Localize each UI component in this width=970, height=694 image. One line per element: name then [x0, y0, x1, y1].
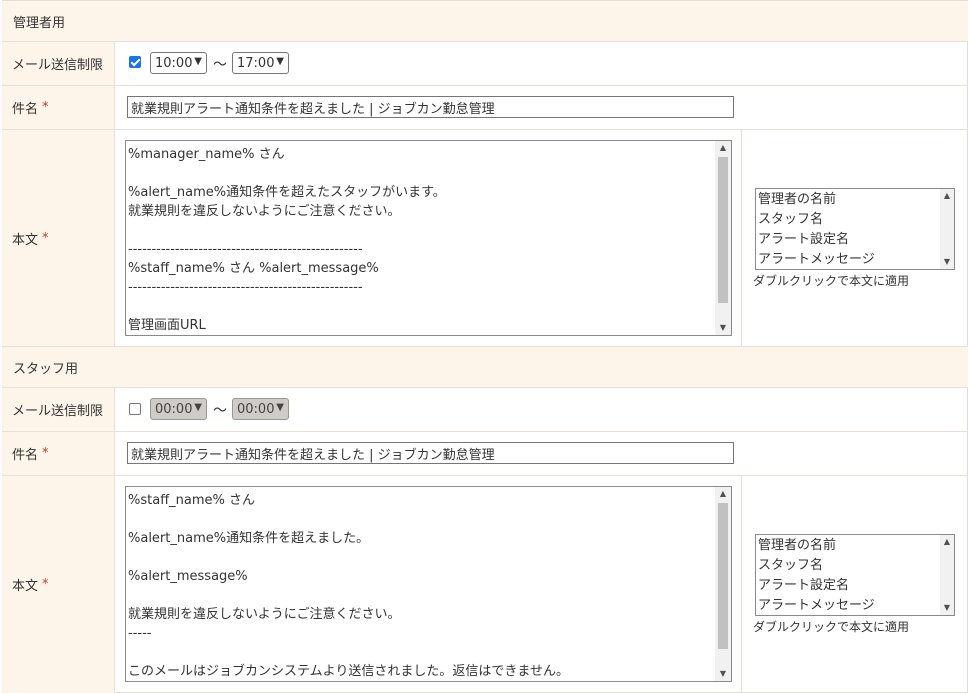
manager-limit-label-text: メール送信制限	[12, 58, 104, 73]
required-mark: *	[42, 100, 49, 115]
staff-subject-label-text: 件名	[12, 448, 39, 463]
manager-limit-checkbox[interactable]	[129, 56, 141, 68]
manager-time-to-value: 17:00	[237, 55, 275, 71]
staff-variables-list[interactable]: 管理者の名前 スタッフ名 アラート設定名 アラートメッセージ ▲ ▼	[755, 534, 955, 616]
manager-limit-label: メール送信制限	[2, 42, 115, 85]
manager-subject-label: 件名 *	[2, 86, 115, 129]
staff-time-from-select[interactable]: 00:00 ▼	[150, 398, 207, 420]
scroll-down-icon[interactable]: ▼	[715, 321, 731, 335]
staff-time-to-select[interactable]: 00:00 ▼	[232, 398, 289, 420]
scroll-down-icon[interactable]: ▼	[940, 601, 954, 615]
manager-variables-hint: ダブルクリックで本文に適用	[753, 274, 910, 288]
body-text-line: %staff_name% さん %alert_message%	[128, 261, 379, 276]
body-text-line: %staff_name% さん	[128, 493, 255, 508]
staff-subject-input[interactable]: 就業規則アラート通知条件を超えました | ジョブカン勤怠管理	[127, 442, 734, 464]
variable-option[interactable]: アラートメッセージ	[758, 596, 938, 615]
chevron-down-icon: ▼	[194, 402, 202, 413]
manager-variables-scrollbar[interactable]: ▲ ▼	[940, 189, 954, 269]
staff-section-header: スタッフ用	[2, 347, 968, 388]
body-text-line	[128, 548, 713, 567]
manager-variables-list[interactable]: 管理者の名前 スタッフ名 アラート設定名 アラートメッセージ ▲ ▼	[755, 188, 955, 270]
body-text-line	[128, 164, 713, 183]
manager-time-from-value: 10:00	[155, 55, 193, 71]
manager-variables-panel: 管理者の名前 スタッフ名 アラート設定名 アラートメッセージ ▲ ▼ ダブルクリックで…	[741, 130, 968, 346]
manager-body-text: %manager_name% さん %alert_name%通知条件を超えたスタッ…	[128, 145, 713, 335]
scroll-up-icon[interactable]: ▲	[715, 141, 731, 155]
body-text-line: ----------------------------------------…	[128, 242, 363, 257]
staff-body-scrollbar[interactable]: ▲ ▼	[715, 487, 731, 681]
time-range-separator: 〜	[213, 403, 227, 419]
manager-body-textarea[interactable]: %manager_name% さん %alert_name%通知条件を超えたスタッ…	[125, 140, 732, 336]
staff-variables-options: 管理者の名前 スタッフ名 アラート設定名 アラートメッセージ	[758, 536, 938, 615]
staff-variables-hint: ダブルクリックで本文に適用	[753, 620, 910, 634]
manager-variables-options: 管理者の名前 スタッフ名 アラート設定名 アラートメッセージ	[758, 190, 938, 269]
chevron-down-icon: ▼	[276, 56, 284, 67]
body-text-line: %alert_message%	[128, 569, 248, 584]
manager-body-label: 本文 *	[2, 130, 115, 346]
manager-subject-row: 件名 * 就業規則アラート通知条件を超えました | ジョブカン勤怠管理	[2, 86, 968, 130]
scroll-up-icon[interactable]: ▲	[940, 535, 954, 549]
staff-variables-scrollbar[interactable]: ▲ ▼	[940, 535, 954, 615]
staff-body-row: 本文 * %staff_name% さん %alert_name%通知条件を超えまし…	[2, 476, 968, 693]
manager-body-row: 本文 * %manager_name% さん %alert_name%通知条件を超え…	[2, 130, 968, 347]
staff-time-to-value: 00:00	[237, 401, 275, 417]
body-text-line: ----------------------------------------…	[128, 280, 363, 295]
body-text-line: %manager_name% さん	[128, 147, 285, 162]
scroll-up-icon[interactable]: ▲	[940, 189, 954, 203]
manager-limit-row: メール送信制限 10:00 ▼ 〜 17:00 ▼	[2, 42, 968, 86]
body-text-line: %alert_name%通知条件を超えたスタッフがいます。	[128, 185, 446, 200]
time-range-separator: 〜	[213, 57, 227, 73]
variable-option[interactable]: スタッフ名	[758, 556, 938, 576]
chevron-down-icon: ▼	[276, 402, 284, 413]
staff-body-textarea[interactable]: %staff_name% さん %alert_name%通知条件を超えました。 %a…	[125, 486, 732, 682]
required-mark: *	[42, 577, 49, 592]
staff-limit-label: メール送信制限	[2, 388, 115, 431]
body-text-line: 就業規則を違反しないようにご注意ください。	[128, 607, 401, 622]
variable-option[interactable]: 管理者の名前	[758, 190, 938, 210]
manager-section-header: 管理者用	[2, 1, 968, 42]
staff-section-title: スタッフ用	[13, 361, 79, 377]
manager-time-from-select[interactable]: 10:00 ▼	[150, 52, 207, 74]
staff-body-text: %staff_name% さん %alert_name%通知条件を超えました。 %a…	[128, 491, 713, 681]
body-text-line	[128, 221, 713, 240]
staff-limit-label-text: メール送信制限	[12, 404, 104, 419]
body-text-line: 管理画面URL	[128, 318, 206, 333]
required-mark: *	[42, 446, 49, 461]
required-mark: *	[42, 230, 49, 246]
staff-subject-label: 件名 *	[2, 432, 115, 475]
scrollbar-thumb[interactable]	[718, 503, 728, 649]
body-text-line: %alert_name%通知条件を超えました。	[128, 531, 370, 546]
manager-body-label-text: 本文	[12, 232, 39, 248]
chevron-down-icon: ▼	[194, 56, 202, 67]
body-text-line	[128, 297, 713, 316]
variable-option[interactable]: アラート設定名	[758, 576, 938, 596]
staff-body-label-text: 本文	[12, 579, 39, 594]
body-text-line	[128, 643, 713, 662]
body-text-line: -----	[128, 626, 152, 641]
staff-limit-checkbox[interactable]	[129, 403, 141, 415]
scrollbar-thumb[interactable]	[718, 157, 728, 303]
staff-subject-row: 件名 * 就業規則アラート通知条件を超えました | ジョブカン勤怠管理	[2, 432, 968, 476]
manager-subject-label-text: 件名	[12, 102, 39, 117]
variable-option[interactable]: スタッフ名	[758, 210, 938, 230]
variable-option[interactable]: 管理者の名前	[758, 536, 938, 556]
scroll-down-icon[interactable]: ▼	[715, 667, 731, 681]
body-text-line	[128, 510, 713, 529]
staff-body-label: 本文 *	[2, 476, 115, 693]
variable-option[interactable]: アラート設定名	[758, 230, 938, 250]
body-text-line: 就業規則を違反しないようにご注意ください。	[128, 204, 401, 219]
manager-body-scrollbar[interactable]: ▲ ▼	[715, 141, 731, 335]
body-text-line: このメールはジョブカンシステムより送信されました。返信はできません。	[128, 664, 569, 679]
staff-variables-panel: 管理者の名前 スタッフ名 アラート設定名 アラートメッセージ ▲ ▼ ダブルクリックで…	[741, 476, 968, 693]
manager-subject-input[interactable]: 就業規則アラート通知条件を超えました | ジョブカン勤怠管理	[127, 96, 734, 118]
manager-section-title: 管理者用	[13, 15, 66, 31]
staff-time-from-value: 00:00	[155, 401, 193, 417]
manager-time-to-select[interactable]: 17:00 ▼	[232, 52, 289, 74]
scroll-down-icon[interactable]: ▼	[940, 255, 954, 269]
staff-limit-row: メール送信制限 00:00 ▼ 〜 00:00 ▼	[2, 388, 968, 432]
scroll-up-icon[interactable]: ▲	[715, 487, 731, 501]
body-text-line	[128, 586, 713, 605]
variable-option[interactable]: アラートメッセージ	[758, 250, 938, 269]
